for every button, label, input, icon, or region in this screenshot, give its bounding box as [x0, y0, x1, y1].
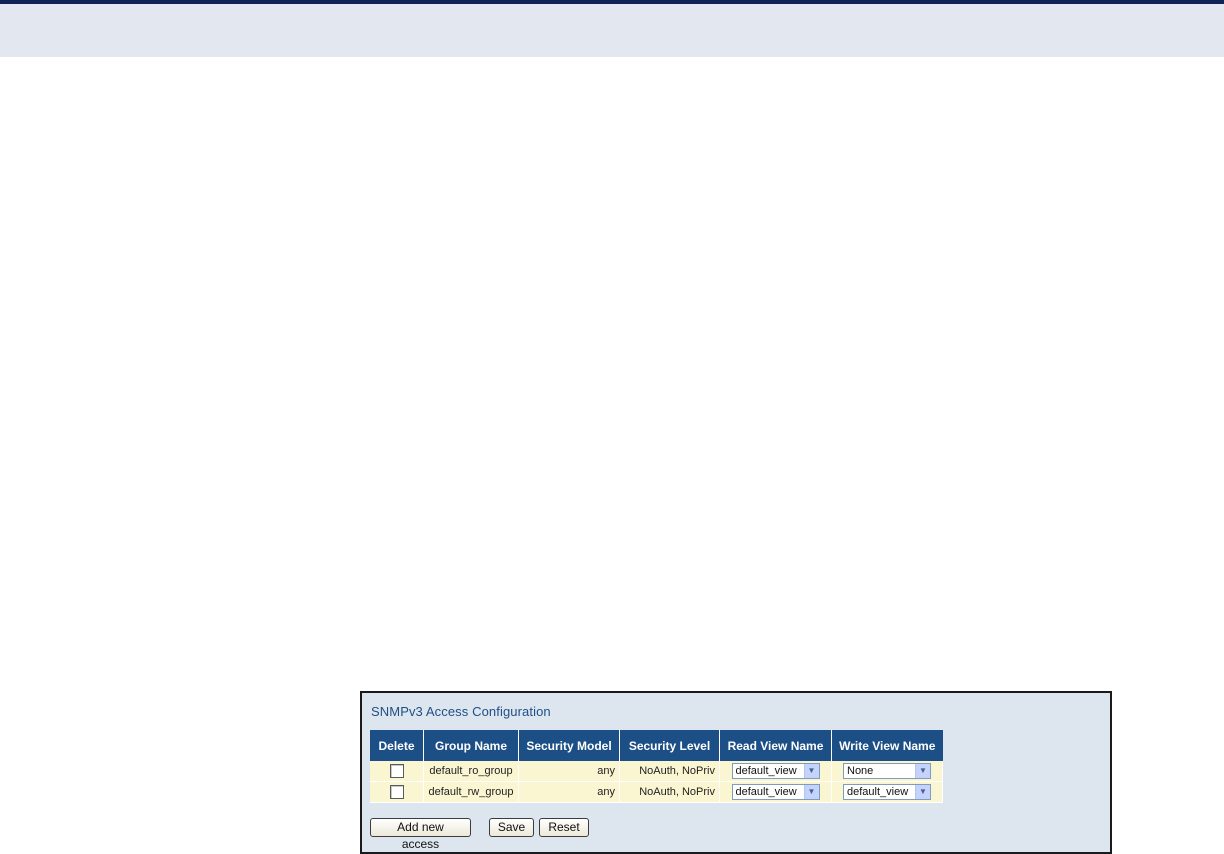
write-view-select[interactable]: default_view ▼ — [843, 784, 931, 800]
delete-checkbox[interactable] — [389, 785, 404, 799]
read-view-select[interactable]: default_view ▼ — [731, 763, 820, 779]
security-model-cell: any — [518, 761, 620, 782]
security-model-cell: any — [518, 781, 620, 803]
write-view-cell: default_view ▼ — [831, 781, 943, 803]
header-security-model: Security Model — [518, 730, 620, 761]
header-security-level: Security Level — [619, 730, 720, 761]
chevron-down-icon[interactable]: ▼ — [803, 764, 819, 778]
read-view-value: default_view — [735, 786, 797, 798]
delete-cell — [370, 761, 424, 782]
read-view-value: default_view — [735, 765, 797, 777]
access-table: Delete Group Name Security Model Securit… — [370, 730, 943, 803]
reset-button[interactable]: Reset — [539, 818, 589, 837]
security-level-cell: NoAuth, NoPriv — [619, 781, 720, 803]
panel-title: SNMPv3 Access Configuration — [371, 704, 551, 719]
delete-cell — [370, 781, 424, 803]
delete-checkbox[interactable] — [389, 764, 404, 778]
header-write-view-name: Write View Name — [831, 730, 943, 761]
chevron-down-icon[interactable]: ▼ — [915, 785, 930, 799]
read-view-cell: default_view ▼ — [719, 781, 832, 803]
save-button[interactable]: Save — [489, 818, 534, 837]
header-group-name: Group Name — [423, 730, 519, 761]
header-read-view-name: Read View Name — [719, 730, 832, 761]
write-view-value: None — [847, 765, 874, 777]
table-header-row: Delete Group Name Security Model Securit… — [370, 730, 943, 761]
table-row: default_ro_group any NoAuth, NoPriv defa… — [370, 761, 943, 782]
table-row: default_rw_group any NoAuth, NoPriv defa… — [370, 781, 943, 803]
add-new-access-button[interactable]: Add new access — [370, 818, 471, 851]
snmpv3-access-panel: SNMPv3 Access Configuration Delete Group… — [360, 691, 1112, 854]
chevron-down-icon[interactable]: ▼ — [803, 785, 819, 799]
chevron-down-icon[interactable]: ▼ — [915, 764, 930, 778]
write-view-value: default_view — [847, 786, 909, 798]
top-banner — [0, 0, 1224, 57]
security-level-cell: NoAuth, NoPriv — [619, 761, 720, 782]
header-delete: Delete — [370, 730, 424, 761]
read-view-select[interactable]: default_view ▼ — [731, 784, 820, 800]
write-view-select[interactable]: None ▼ — [843, 763, 931, 779]
read-view-cell: default_view ▼ — [719, 761, 832, 782]
write-view-cell: None ▼ — [831, 761, 943, 782]
group-name-cell: default_rw_group — [423, 781, 519, 803]
group-name-cell: default_ro_group — [423, 761, 519, 782]
